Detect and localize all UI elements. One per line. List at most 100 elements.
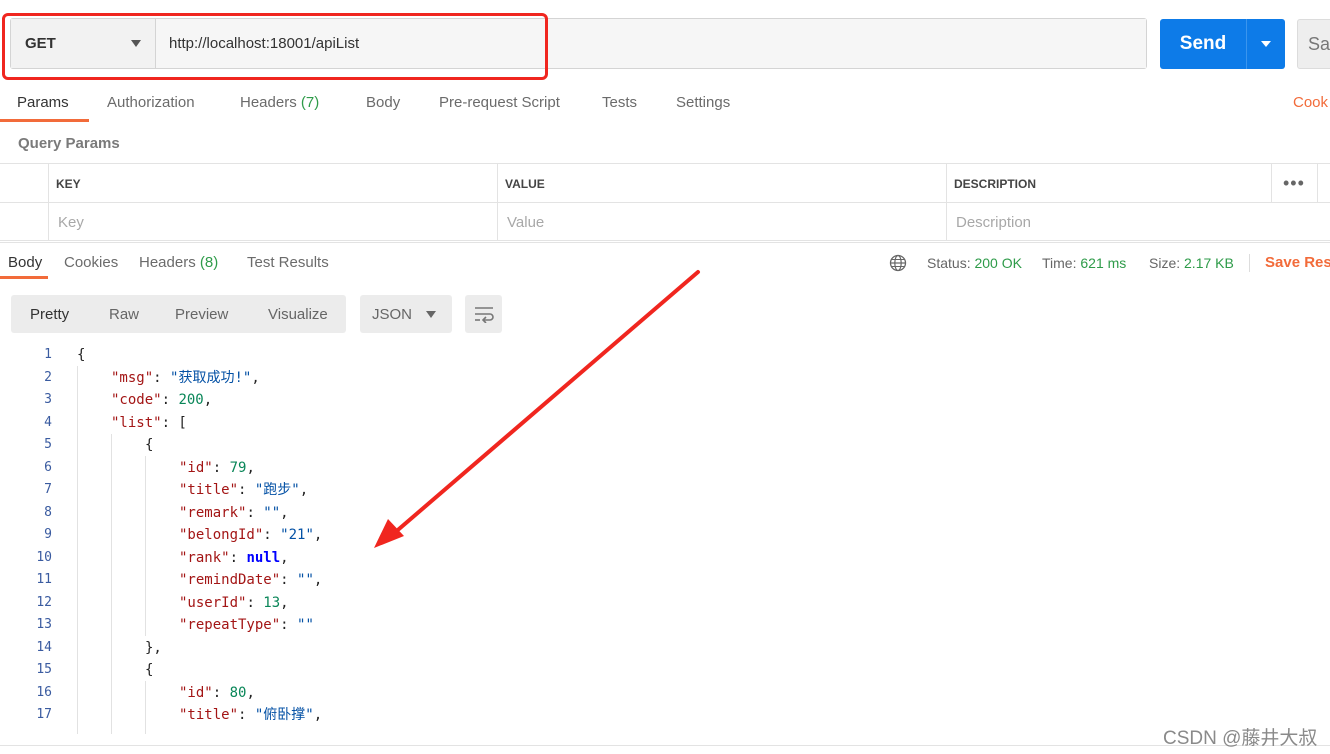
code-text: "id": 79, (179, 457, 255, 480)
code-token: , (313, 572, 323, 588)
line-number: 2 (44, 369, 52, 385)
code-token: "跑步" (254, 482, 300, 498)
tab-label: Headers (139, 254, 196, 271)
tab-response-body[interactable]: Body (8, 254, 42, 271)
code-token: "21" (280, 527, 314, 543)
table-header-row: KEY VALUE DESCRIPTION (0, 164, 1330, 203)
globe-icon[interactable] (889, 254, 907, 272)
size-value: 2.17 KB (1184, 255, 1234, 271)
code-token: "userId" (179, 594, 247, 611)
code-text: { (145, 434, 153, 457)
view-preview-button[interactable]: Preview (175, 306, 228, 323)
description-input[interactable]: Description (946, 203, 1271, 242)
size-label: Size: (1149, 255, 1181, 271)
code-line: 10 "rank": null, (0, 547, 1330, 570)
code-text: "title": "俯卧撑", (179, 704, 322, 727)
tab-test-results[interactable]: Test Results (247, 254, 329, 271)
chevron-down-icon (426, 311, 436, 318)
format-label: JSON (372, 305, 413, 323)
code-line: 7 "title": "跑步", (0, 479, 1330, 502)
code-token: , (280, 594, 289, 611)
view-raw-button[interactable]: Raw (109, 306, 139, 323)
code-token: "msg" (111, 369, 154, 386)
more-options-icon[interactable]: ••• (1283, 173, 1305, 194)
save-label: Sav (1308, 33, 1330, 54)
line-number: 17 (36, 707, 52, 722)
send-label: Send (1179, 33, 1227, 54)
tab-authorization[interactable]: Authorization (107, 94, 195, 111)
code-token: : (280, 617, 298, 633)
tab-label: Body (8, 254, 43, 271)
code-token: : (229, 549, 247, 566)
code-token: { (145, 662, 154, 678)
column-divider (48, 163, 49, 241)
line-number: 12 (36, 594, 52, 610)
wrap-lines-button[interactable] (465, 295, 502, 333)
code-text: { (77, 344, 85, 367)
code-token: , (251, 369, 260, 386)
line-number: 7 (44, 482, 52, 497)
send-options-dropdown[interactable] (1246, 19, 1285, 69)
cookies-link[interactable]: Cook (1293, 94, 1328, 111)
code-token: : (280, 572, 298, 588)
column-divider (1271, 163, 1272, 202)
chevron-down-icon (1261, 41, 1271, 47)
save-button[interactable]: Sav (1297, 19, 1330, 69)
footer-divider (0, 745, 1330, 746)
view-visualize-button[interactable]: Visualize (268, 306, 328, 323)
time-label: Time: (1042, 255, 1077, 271)
code-token: , (313, 527, 323, 543)
line-number: 9 (44, 527, 52, 542)
tab-response-cookies[interactable]: Cookies (64, 254, 118, 271)
code-token: , (313, 707, 323, 723)
tab-pre-request-script[interactable]: Pre-request Script (439, 94, 560, 111)
code-text: "title": "跑步", (179, 479, 308, 502)
save-response-button[interactable]: Save Resp (1265, 254, 1330, 271)
code-token: "" (263, 504, 281, 521)
response-body-viewer[interactable]: 1{2 "msg": "获取成功!", 3 "code": 200, 4 "list": … (0, 344, 1330, 734)
code-token: { (145, 437, 154, 453)
line-number: 6 (44, 459, 52, 475)
time-value: 621 ms (1080, 255, 1127, 271)
tab-label: Headers (240, 94, 297, 111)
code-token: "俯卧撑" (254, 707, 314, 723)
code-token: null (246, 549, 281, 566)
code-token: : (212, 684, 230, 701)
key-input[interactable]: Key (48, 203, 497, 242)
code-token: , (280, 504, 289, 521)
line-number: 10 (36, 549, 52, 565)
code-line: 6 "id": 79, (0, 457, 1330, 480)
value-input[interactable]: Value (497, 203, 946, 242)
code-text: "belongId": "21", (179, 524, 322, 547)
line-number: 1 (44, 347, 52, 362)
code-token: }, (145, 639, 162, 656)
tab-label: Authorization (107, 94, 195, 111)
code-token: "title" (179, 482, 239, 498)
code-token: 80 (229, 684, 247, 701)
code-text: "code": 200, (111, 389, 212, 412)
tab-params[interactable]: Params (17, 94, 69, 111)
tab-settings[interactable]: Settings (676, 94, 730, 111)
code-text: "remindDate": "", (179, 569, 322, 592)
code-token: , (246, 459, 255, 476)
response-tabs: Body Cookies Headers (8) Test Results St… (0, 250, 1330, 280)
code-token: : [ (161, 414, 187, 431)
code-line: 2 "msg": "获取成功!", (0, 367, 1330, 390)
code-token: 13 (263, 594, 281, 611)
tab-tests[interactable]: Tests (602, 94, 637, 111)
send-button[interactable]: Send (1160, 19, 1285, 69)
code-token: , (246, 684, 255, 701)
tab-label: Pre-request Script (439, 94, 560, 111)
code-token: "list" (111, 414, 162, 431)
code-token: "remark" (179, 504, 247, 521)
code-token: "id" (179, 459, 213, 476)
tab-response-headers[interactable]: Headers (8) (139, 254, 218, 271)
tab-headers[interactable]: Headers (7) (240, 94, 319, 111)
code-line: 4 "list": [ (0, 412, 1330, 435)
table-row: Key Value Description (0, 203, 1330, 242)
tab-body[interactable]: Body (366, 94, 400, 111)
line-number: 11 (36, 572, 52, 587)
line-number: 5 (44, 437, 52, 452)
view-pretty-button[interactable]: Pretty (30, 306, 69, 323)
format-select[interactable]: JSON (360, 295, 452, 333)
